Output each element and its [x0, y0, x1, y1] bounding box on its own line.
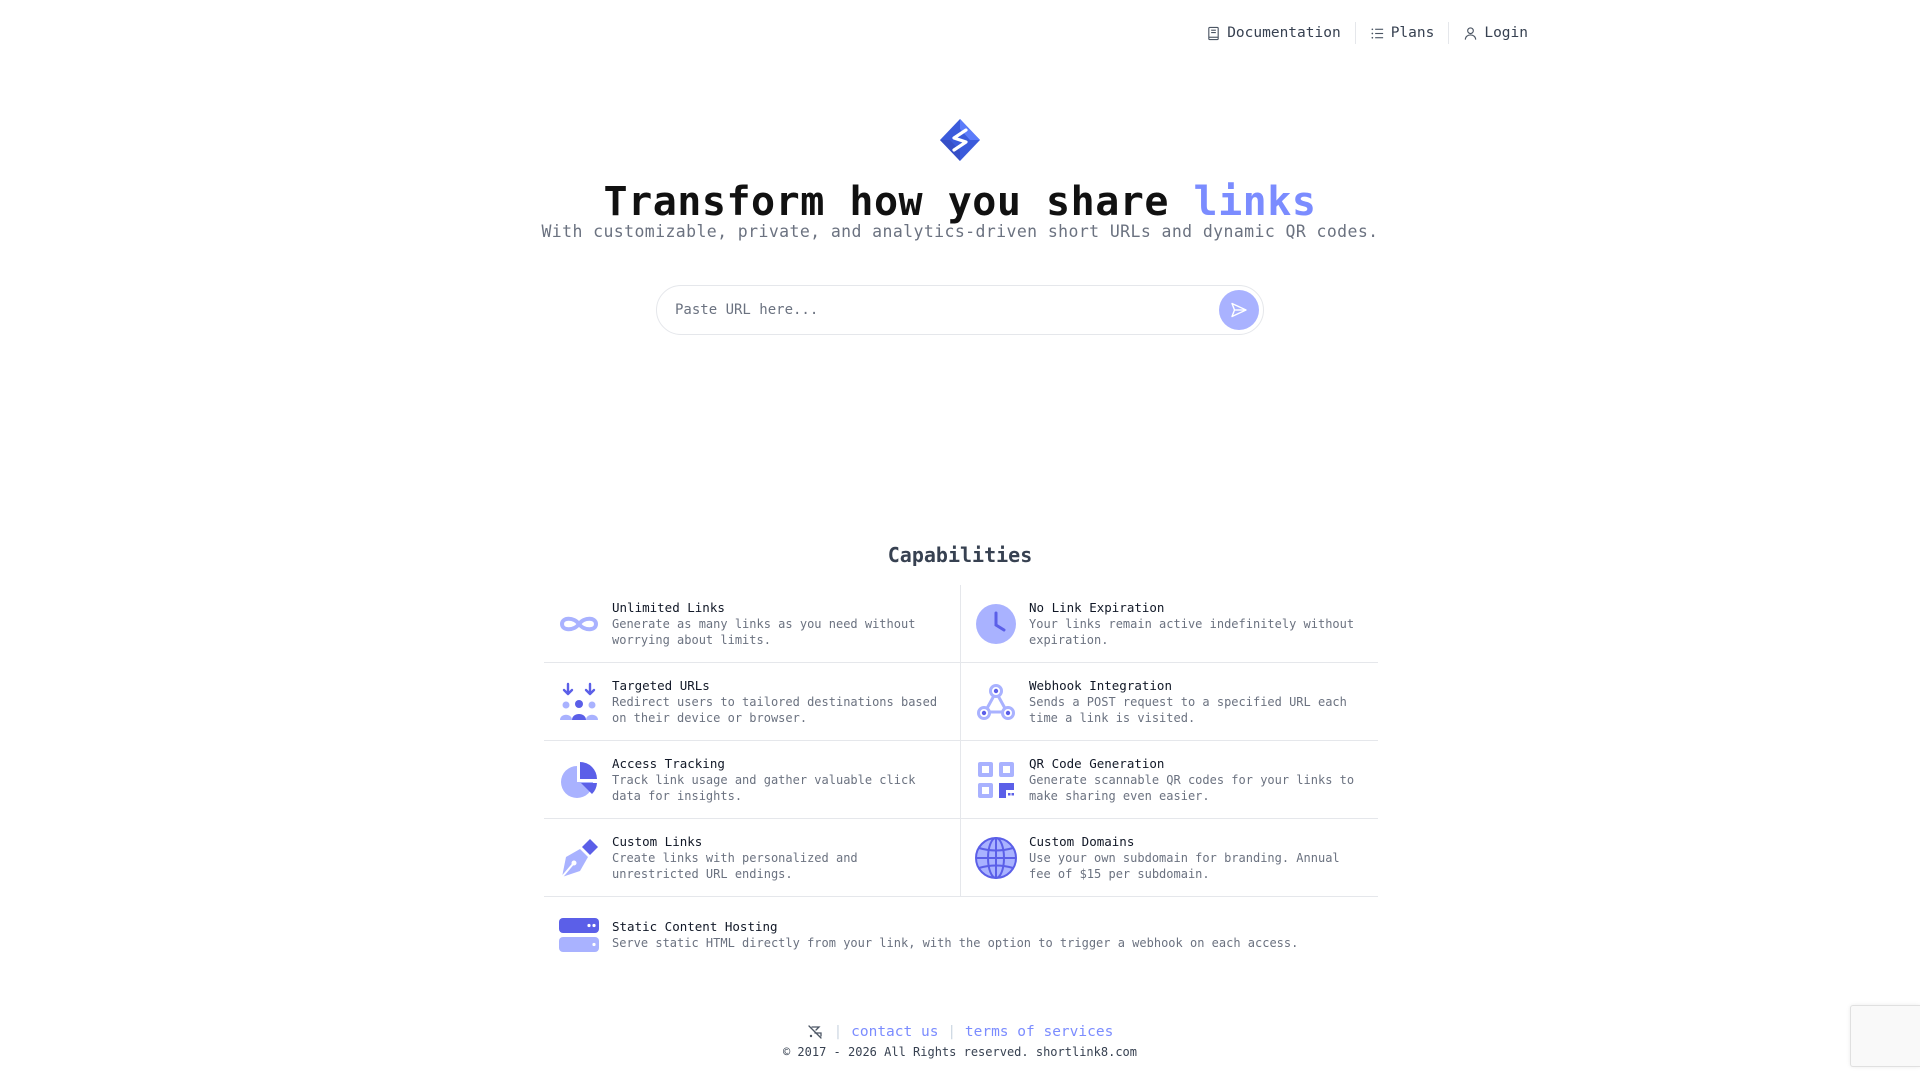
- user-icon: [1465, 26, 1477, 40]
- capability-desc: Redirect users to tailored destinations …: [612, 694, 938, 725]
- users-target-icon: [560, 682, 598, 720]
- hero-title-main: Transform how you share: [603, 179, 1194, 225]
- hero-subtitle: With customizable, private, and analytic…: [541, 222, 1379, 241]
- footer-separator: |: [833, 1024, 843, 1040]
- capability-name: Static Content Hosting: [612, 919, 778, 934]
- pen-nib-icon: [561, 838, 598, 878]
- webhook-icon: [977, 683, 1015, 720]
- pie-chart-icon: [561, 761, 597, 798]
- send-icon: [1231, 302, 1247, 318]
- capability-desc: Use your own subdomain for branding. Ann…: [1029, 850, 1340, 881]
- capability-access-tracking: Access Tracking Track link usage and gat…: [544, 741, 961, 818]
- capabilities-row: Static Content Hosting Serve static HTML…: [544, 897, 1378, 973]
- shorten-button[interactable]: [1219, 290, 1259, 330]
- book-icon: [1208, 26, 1219, 40]
- capability-desc: Track link usage and gather valuable cli…: [612, 772, 916, 803]
- list-icon: [1371, 27, 1383, 39]
- qr-code-icon: [978, 761, 1014, 798]
- nav-documentation-label: Documentation: [1227, 25, 1341, 41]
- capability-name: QR Code Generation: [1029, 755, 1165, 771]
- capability-desc: Generate as many links as you need witho…: [612, 616, 916, 647]
- footer-links: | contact us | terms of services: [0, 1024, 1920, 1040]
- capability-unlimited-links: Unlimited Links Generate as many links a…: [544, 585, 961, 662]
- copyright-text: © 2017 - 2026 All Rights reserved. short…: [782, 1045, 1137, 1059]
- nav-login[interactable]: Login: [1449, 21, 1528, 45]
- capability-qr-code: QR Code Generation Generate scannable QR…: [961, 741, 1378, 818]
- capabilities-row: Access Tracking Track link usage and gat…: [544, 741, 1378, 819]
- capability-name: Custom Domains: [1029, 833, 1135, 849]
- url-form: [656, 285, 1264, 335]
- clock-icon: [976, 603, 1016, 644]
- recaptcha-badge[interactable]: [1850, 1005, 1920, 1067]
- capabilities-row: Unlimited Links Generate as many links a…: [544, 585, 1378, 663]
- contact-us-link[interactable]: contact us: [851, 1024, 938, 1040]
- capability-targeted-urls: Targeted URLs Redirect users to tailored…: [544, 663, 961, 740]
- capability-name: Webhook Integration: [1029, 677, 1172, 693]
- logo-icon: [940, 119, 980, 161]
- terms-link[interactable]: terms of services: [965, 1024, 1113, 1040]
- footer-separator: |: [947, 1024, 956, 1040]
- capabilities-title: Capabilities: [887, 543, 1033, 567]
- capability-static-hosting: Static Content Hosting Serve static HTML…: [544, 897, 1378, 973]
- nav-plans[interactable]: Plans: [1356, 21, 1449, 45]
- url-input[interactable]: [673, 301, 1219, 319]
- capability-custom-links: Custom Links Create links with personali…: [544, 819, 961, 896]
- capability-webhook: Webhook Integration Sends a POST request…: [961, 663, 1378, 740]
- capability-desc: Serve static HTML directly from your lin…: [612, 936, 1299, 950]
- server-icon: [559, 918, 599, 952]
- nav-documentation[interactable]: Documentation: [1192, 21, 1355, 45]
- capability-no-expiration: No Link Expiration Your links remain act…: [961, 585, 1378, 662]
- capability-custom-domains: Custom Domains Use your own subdomain fo…: [961, 819, 1378, 896]
- capability-desc: Your links remain active indefinitely wi…: [1029, 616, 1355, 647]
- capability-desc: Create links with personalized and unres…: [612, 850, 858, 881]
- satellite-icon[interactable]: [807, 1024, 825, 1040]
- hero-title-accent: links: [1193, 179, 1317, 225]
- capability-name: Unlimited Links: [612, 599, 725, 615]
- capability-desc: Generate scannable QR codes for your lin…: [1029, 772, 1355, 803]
- globe-icon: [975, 836, 1017, 879]
- nav-plans-label: Plans: [1390, 25, 1435, 41]
- capability-desc: Sends a POST request to a specified URL …: [1029, 694, 1347, 725]
- capability-name: Custom Links: [612, 833, 703, 849]
- capability-name: Targeted URLs: [612, 677, 710, 693]
- capabilities-row: Custom Links Create links with personali…: [544, 819, 1378, 897]
- capabilities-grid: Unlimited Links Generate as many links a…: [544, 585, 1378, 973]
- hero-title: Transform how you share links: [0, 176, 1920, 228]
- top-nav: Documentation Plans Login: [1192, 21, 1528, 45]
- nav-login-label: Login: [1484, 25, 1528, 41]
- capabilities-row: Targeted URLs Redirect users to tailored…: [544, 663, 1378, 741]
- capability-name: No Link Expiration: [1029, 599, 1165, 615]
- infinity-icon: [559, 616, 599, 631]
- capability-name: Access Tracking: [612, 755, 725, 771]
